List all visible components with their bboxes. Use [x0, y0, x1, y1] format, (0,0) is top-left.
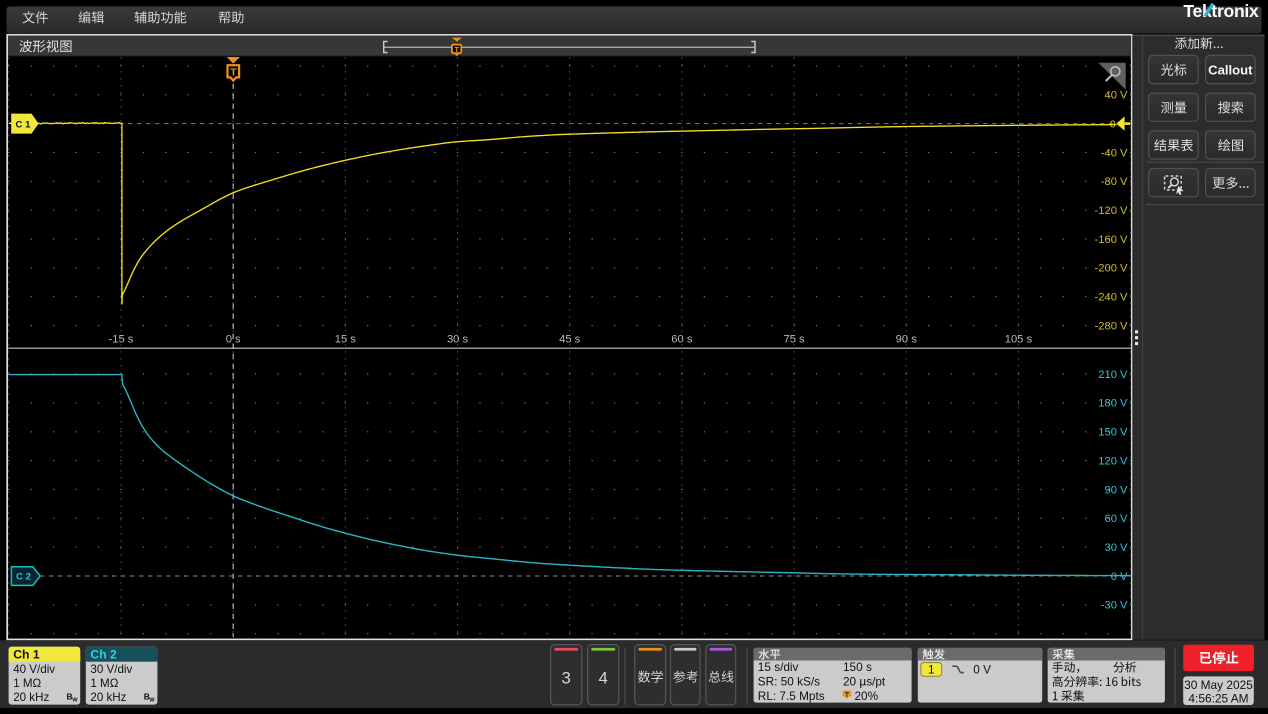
svg-text:RL: 7.5 Mpts: RL: 7.5 Mpts: [758, 689, 825, 703]
svg-text:90 s: 90 s: [896, 334, 918, 346]
svg-text:1 MΩ: 1 MΩ: [90, 677, 118, 690]
svg-text:-40 V: -40 V: [1101, 147, 1128, 159]
svg-text:210 V: 210 V: [1098, 369, 1128, 381]
svg-text:SR: 50 kS/s: SR: 50 kS/s: [758, 675, 820, 689]
svg-text:0 V: 0 V: [973, 662, 991, 676]
svg-text:15 s: 15 s: [335, 334, 357, 346]
svg-text:30 V/div: 30 V/div: [90, 663, 132, 676]
svg-text:W: W: [149, 698, 155, 704]
svg-text:120 V: 120 V: [1098, 455, 1128, 467]
svg-text:30 V: 30 V: [1104, 542, 1128, 554]
svg-text:30 May 2025: 30 May 2025: [1184, 678, 1253, 692]
svg-text:-280 V: -280 V: [1095, 320, 1128, 332]
svg-text:-240 V: -240 V: [1095, 292, 1128, 304]
svg-text:1: 1: [928, 662, 935, 676]
svg-text:C 2: C 2: [16, 572, 31, 583]
svg-text:-80 V: -80 V: [1101, 176, 1128, 188]
svg-text:75 s: 75 s: [783, 334, 805, 346]
svg-text:-30 V: -30 V: [1101, 600, 1128, 612]
svg-text:0 V: 0 V: [1111, 571, 1128, 583]
svg-text:20%: 20%: [855, 689, 879, 703]
svg-text:30 s: 30 s: [447, 334, 469, 346]
svg-text:150 V: 150 V: [1098, 427, 1128, 439]
svg-text:Ch 2: Ch 2: [90, 648, 117, 662]
svg-text:1 MΩ: 1 MΩ: [13, 677, 41, 690]
svg-text:-120 V: -120 V: [1095, 205, 1128, 217]
svg-text:20 kHz: 20 kHz: [90, 691, 126, 704]
svg-text:4: 4: [599, 668, 608, 687]
svg-text:Ch 1: Ch 1: [13, 648, 40, 662]
svg-text:Tektronix: Tektronix: [1183, 1, 1259, 21]
svg-text:T: T: [455, 45, 460, 54]
svg-text:60 V: 60 V: [1104, 513, 1128, 525]
svg-text:20 kHz: 20 kHz: [13, 691, 49, 704]
svg-text:150 s: 150 s: [843, 660, 872, 674]
svg-text:60 s: 60 s: [671, 334, 693, 346]
svg-text:C 1: C 1: [16, 120, 32, 131]
svg-text:45 s: 45 s: [559, 334, 581, 346]
svg-text:20 µs/pt: 20 µs/pt: [843, 675, 886, 689]
svg-text:-160 V: -160 V: [1095, 234, 1128, 246]
svg-text:3: 3: [562, 668, 571, 687]
svg-text:-15 s: -15 s: [109, 334, 134, 346]
svg-text:4:56:25 AM: 4:56:25 AM: [1188, 691, 1248, 705]
svg-text:180 V: 180 V: [1098, 398, 1128, 410]
svg-text:90 V: 90 V: [1104, 484, 1128, 496]
svg-text:40 V/div: 40 V/div: [13, 663, 55, 676]
svg-text:T: T: [845, 692, 850, 699]
svg-text:40 V: 40 V: [1104, 90, 1128, 102]
svg-text:-200 V: -200 V: [1095, 263, 1128, 275]
svg-text:105 s: 105 s: [1005, 334, 1033, 346]
svg-text:W: W: [72, 698, 78, 704]
svg-text:Callout: Callout: [1208, 62, 1253, 77]
svg-text:T: T: [230, 66, 237, 78]
svg-text:15 s/div: 15 s/div: [758, 660, 799, 674]
